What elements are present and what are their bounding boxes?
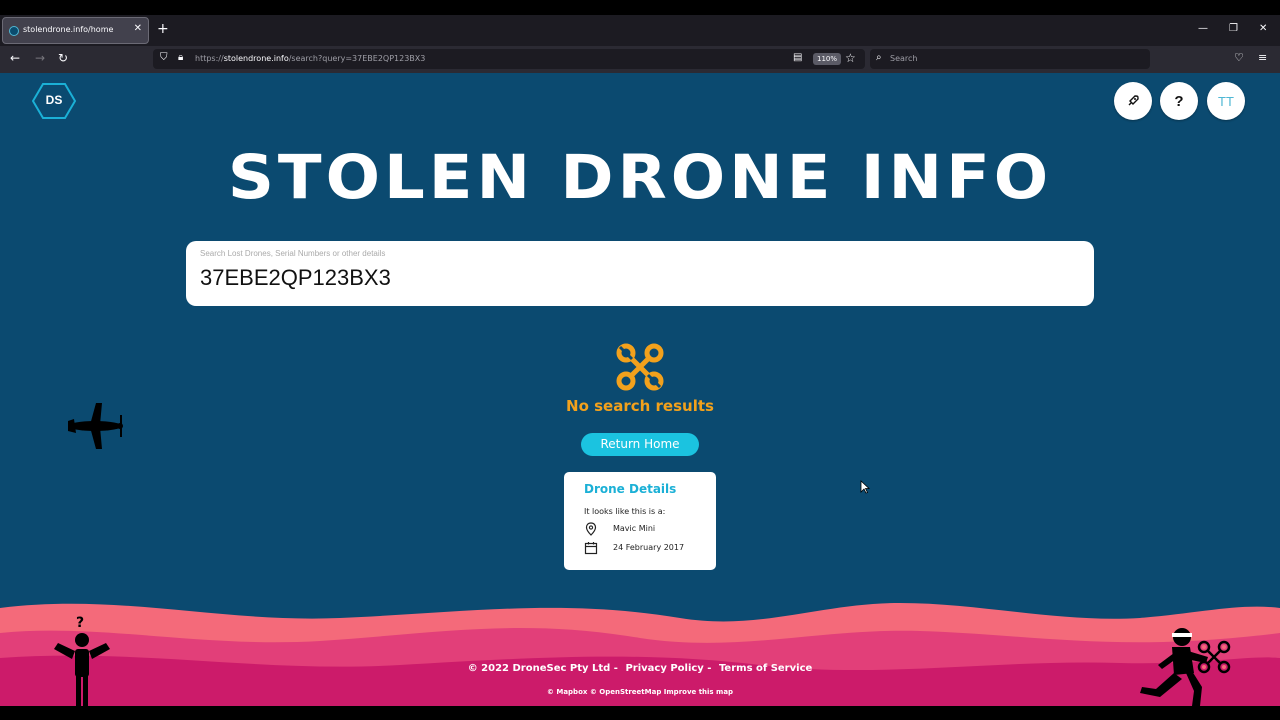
tab-close-icon[interactable]: ✕ xyxy=(134,23,142,34)
window-close-icon[interactable]: ✕ xyxy=(1259,23,1267,34)
search-input[interactable] xyxy=(200,265,1060,291)
no-results-message: No search results xyxy=(566,397,714,415)
shield-icon[interactable]: ⛉ xyxy=(160,52,168,63)
drone-model-value: Mavic Mini xyxy=(613,524,656,533)
airplane-icon xyxy=(68,403,123,449)
rocket-icon xyxy=(1128,95,1139,106)
reader-view-icon[interactable]: ▤ xyxy=(793,52,802,63)
footer-links: © 2022 DroneSec Pty Ltd - Privacy Policy… xyxy=(0,663,1280,674)
pocket-icon[interactable]: ♡ xyxy=(1234,51,1244,64)
lock-icon[interactable]: 🔒︎ xyxy=(178,52,183,63)
terms-of-service-link[interactable]: Terms of Service xyxy=(719,663,812,674)
drone-details-subtitle: It looks like this is a: xyxy=(584,507,666,516)
rocket-button[interactable] xyxy=(1114,82,1152,120)
logo-text: DS xyxy=(45,93,63,107)
drone-details-title: Drone Details xyxy=(584,482,677,496)
browser-search-bar[interactable]: ⌕ Search xyxy=(870,49,1150,69)
browser-search-placeholder: Search xyxy=(890,54,918,63)
calendar-icon xyxy=(584,542,598,555)
restore-icon[interactable]: ❐ xyxy=(1229,23,1238,34)
page-content: DS ? TT STOLEN DRONE INFO Search Lost Dr… xyxy=(0,73,1280,706)
footer-copyright: © 2022 DroneSec Pty Ltd - xyxy=(467,663,618,674)
letterbox-bottom xyxy=(0,706,1280,720)
bookmark-star-icon[interactable]: ☆ xyxy=(845,51,856,65)
search-box[interactable]: Search Lost Drones, Serial Numbers or ot… xyxy=(186,241,1094,306)
search-placeholder-label: Search Lost Drones, Serial Numbers or ot… xyxy=(200,249,386,258)
reload-icon[interactable]: ↻ xyxy=(58,51,68,65)
drone-broken-icon xyxy=(616,343,664,391)
location-pin-icon xyxy=(585,522,597,536)
minimize-icon[interactable]: — xyxy=(1198,23,1208,34)
map-attribution[interactable]: © Mapbox © OpenStreetMap Improve this ma… xyxy=(0,688,1280,696)
tab-title: stolendrone.info/home xyxy=(23,25,114,34)
svg-text:?: ? xyxy=(76,615,84,631)
drone-date-value: 24 February 2017 xyxy=(613,543,685,552)
search-icon: ⌕ xyxy=(876,52,882,63)
browser-navbar: ← → ↻ ⛉ 🔒︎ https://stolendrone.info/sear… xyxy=(0,46,1280,73)
zoom-level-badge[interactable]: 110% xyxy=(813,53,842,65)
new-tab-button[interactable]: + xyxy=(157,22,169,36)
help-button[interactable]: ? xyxy=(1160,82,1198,120)
drone-details-card: Drone Details It looks like this is a: M… xyxy=(564,472,716,570)
privacy-policy-link[interactable]: Privacy Policy - xyxy=(625,663,711,674)
url-text[interactable]: https://stolendrone.info/search?query=37… xyxy=(195,54,425,63)
letterbox-top xyxy=(0,0,1280,15)
dronesec-logo[interactable]: DS xyxy=(31,83,77,119)
address-bar[interactable]: ⛉ 🔒︎ https://stolendrone.info/search?que… xyxy=(153,49,865,69)
user-avatar-button[interactable]: TT xyxy=(1207,82,1245,120)
forward-icon[interactable]: → xyxy=(35,51,45,65)
menu-icon[interactable]: ≡ xyxy=(1258,51,1267,64)
mouse-cursor-icon xyxy=(860,480,870,494)
return-home-button[interactable]: Return Home xyxy=(581,433,699,456)
back-icon[interactable]: ← xyxy=(10,51,20,65)
page-title: STOLEN DRONE INFO xyxy=(227,142,1053,214)
browser-tab-active[interactable]: stolendrone.info/home ✕ xyxy=(2,17,149,44)
tab-favicon-icon xyxy=(9,26,19,36)
browser-tabbar: stolendrone.info/home ✕ + — ❐ ✕ xyxy=(0,15,1280,46)
